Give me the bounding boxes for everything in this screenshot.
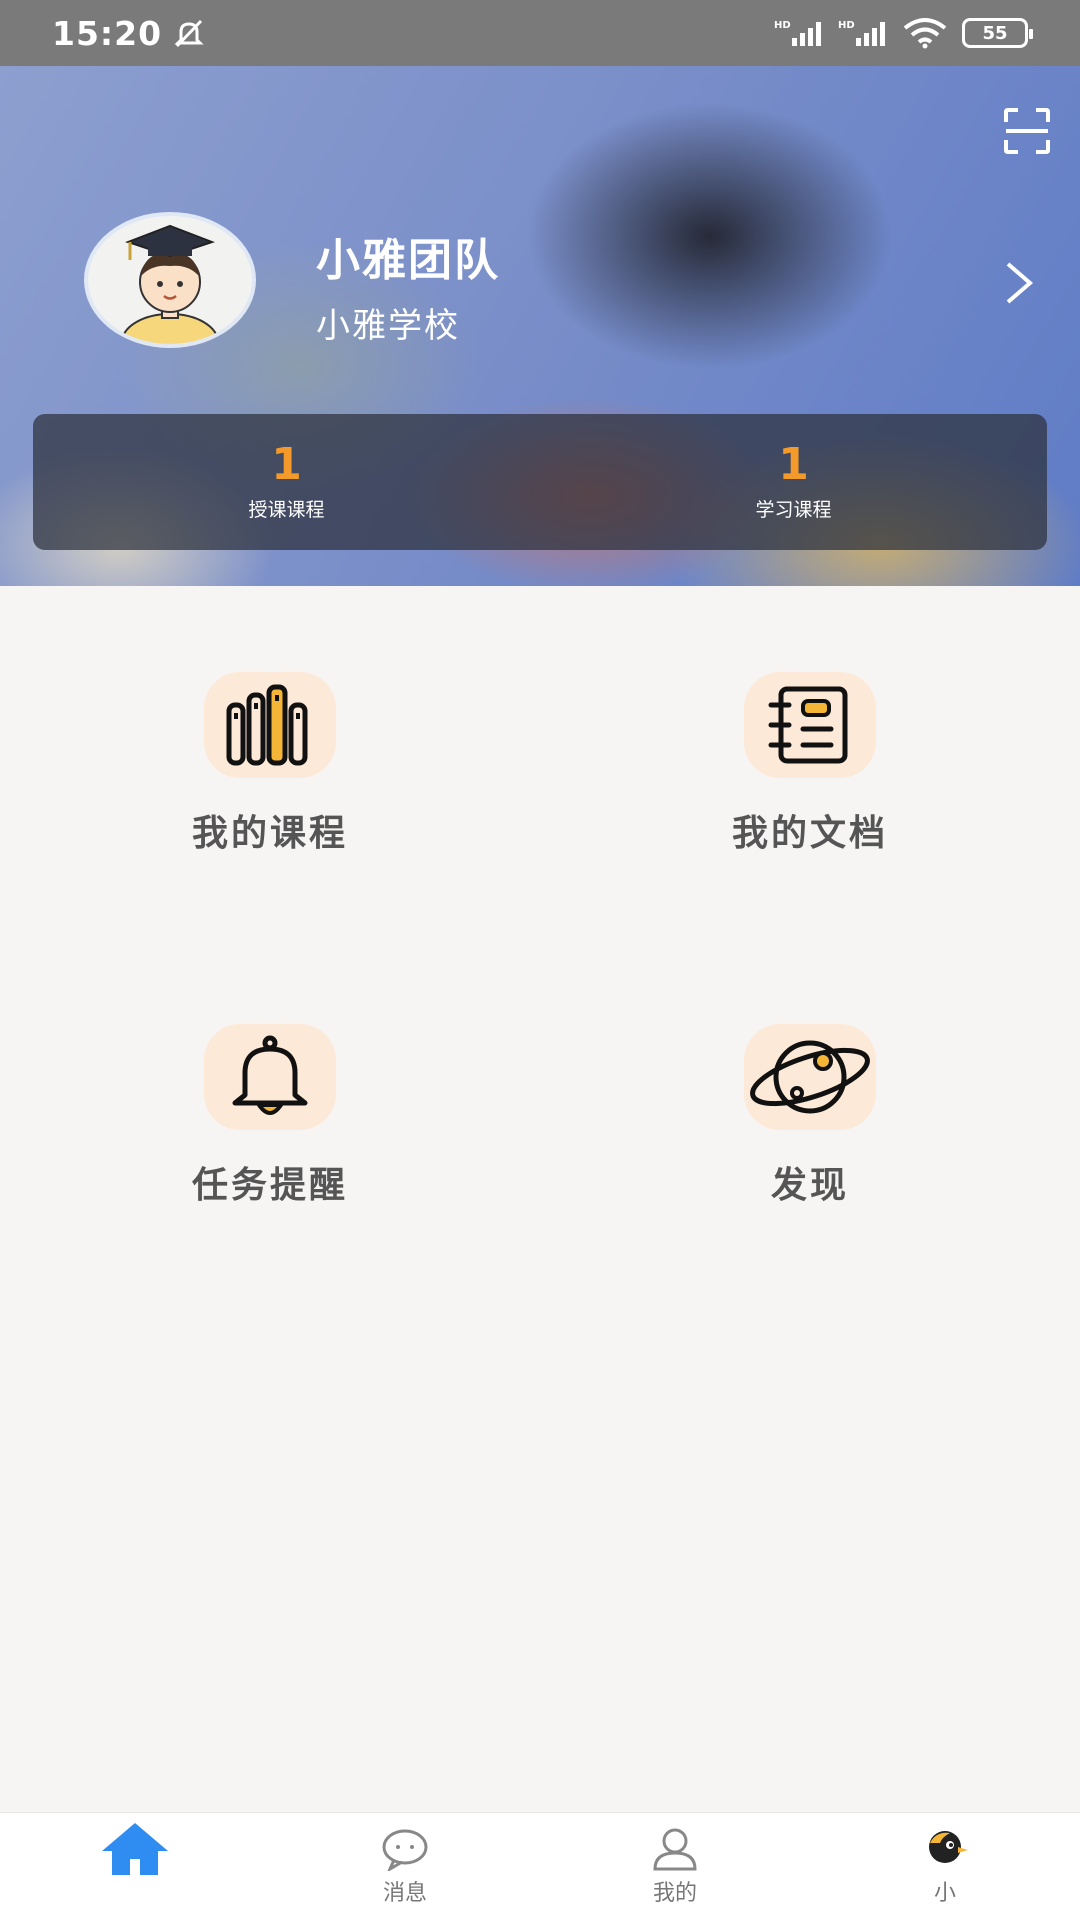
profile-school: 小雅学校 [316,306,460,346]
status-bar: 15:20 HD HD 55 [0,0,1080,66]
bell-muted-icon [174,19,204,48]
chevron-right-icon[interactable] [1004,260,1034,306]
bell-icon [232,1035,308,1115]
tab-xiaoya-label: 小 [933,1880,956,1906]
signal-hd-label: HD [774,20,791,31]
stat-value: 1 [271,438,302,490]
signal-icon-2: HD [838,20,885,46]
menu-icon-bg [204,672,336,778]
stat-value: 1 [778,438,809,490]
menu-item-task-reminder[interactable]: 任务提醒 [120,1024,420,1224]
tab-xiaoya[interactable]: 小 [810,1813,1080,1920]
books-icon [226,684,308,766]
avatar[interactable] [84,212,256,348]
menu-item-discover[interactable]: 发现 [660,1024,960,1224]
menu-item-my-documents[interactable]: 我的文档 [660,672,960,872]
wifi-icon [903,18,947,49]
menu-label: 任务提醒 [191,1165,348,1206]
stat-teaching-courses[interactable]: 1 授课课程 [33,414,540,550]
signal-icon: HD [774,20,821,46]
bird-icon [929,1830,968,1863]
notebook-icon [768,686,848,764]
tab-messages[interactable]: 消息 [270,1813,540,1920]
home-icon [102,1822,168,1875]
tab-mine-label: 我的 [652,1880,697,1906]
user-icon [653,1828,697,1870]
menu-icon-bg [744,672,876,778]
status-right: HD HD 55 [774,17,1033,49]
menu-label: 我的课程 [191,813,348,854]
status-left: 15:20 [52,14,206,53]
tab-home[interactable]: 首页 [0,1813,270,1920]
message-icon [382,1829,428,1871]
stat-learning-courses[interactable]: 1 学习课程 [540,414,1047,550]
tab-mine[interactable]: 我的 [540,1813,810,1920]
battery-indicator: 55 [962,18,1033,48]
tab-messages-label: 消息 [382,1880,427,1906]
status-time: 15:20 [52,13,163,53]
menu-item-my-courses[interactable]: 我的课程 [120,672,420,872]
signal-hd-label-2: HD [838,20,855,31]
stat-label: 学习课程 [755,498,832,521]
stats-card: 1 授课课程 1 学习课程 [33,414,1047,550]
menu-label: 我的文档 [731,813,888,854]
planet-icon [750,1040,870,1114]
bottom-tab-bar: 首页 消息 我的 小 [0,1812,1080,1920]
menu-icon-bg [744,1024,876,1130]
profile-header: 小雅团队 小雅学校 1 授课课程 1 学习课程 [0,66,1080,586]
scan-icon[interactable] [1002,106,1052,156]
profile-name: 小雅团队 [316,235,500,286]
student-avatar-icon [121,224,219,344]
menu-label: 发现 [770,1165,849,1206]
stat-label: 授课课程 [248,498,325,521]
menu-icon-bg [204,1024,336,1130]
